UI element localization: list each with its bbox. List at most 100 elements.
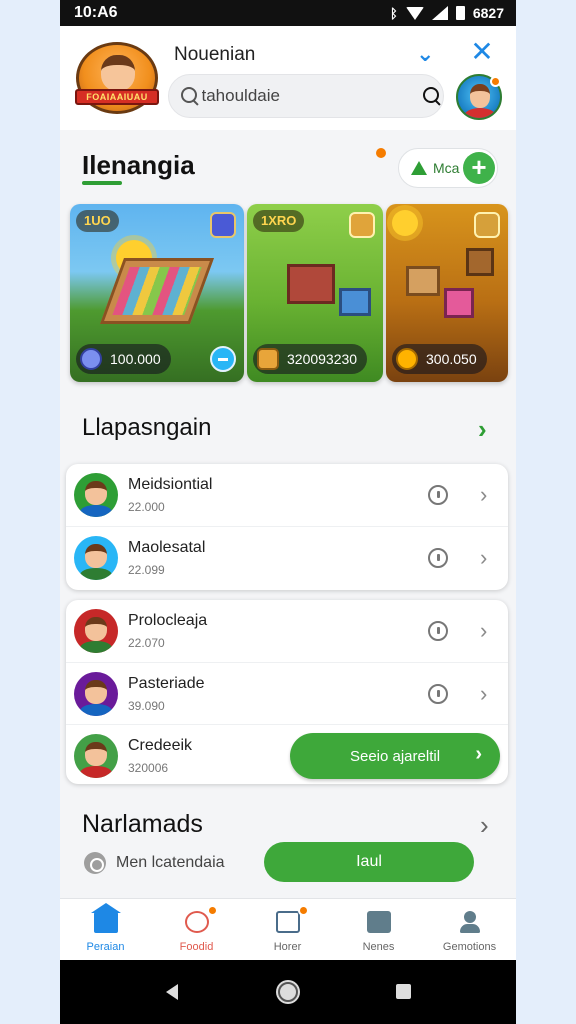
app-logo[interactable]: FOAIAAIUAU — [75, 42, 159, 114]
gift-icon — [185, 911, 209, 933]
player-avatar — [74, 672, 118, 716]
player-name: Pasteriade — [128, 675, 205, 692]
nav-label: Peraian — [86, 941, 125, 953]
bluetooth-icon: ᛒ — [390, 5, 398, 21]
bottom-nav: Peraian Foodid Horer Nenes Gemotions — [60, 898, 516, 960]
chevron-right-icon[interactable]: › — [480, 810, 489, 841]
home-button-icon[interactable] — [278, 982, 298, 1002]
avatar-face — [470, 84, 490, 108]
avatar-body — [80, 568, 112, 580]
battery-icon — [455, 6, 465, 20]
game-card[interactable]: 300.050 — [386, 204, 508, 382]
card-value-pill: 320093230 — [253, 344, 368, 374]
chest-icon — [257, 348, 279, 370]
avatar-face — [85, 617, 107, 641]
avatar-face — [85, 544, 107, 568]
nav-item-chat[interactable]: Horer — [242, 899, 333, 961]
search-input[interactable] — [189, 86, 423, 106]
game-card[interactable]: 1XRO 320093230 — [247, 204, 383, 382]
sun-icon — [392, 210, 418, 236]
list-item[interactable]: Maolesatal 22.099 › — [66, 526, 508, 588]
game-board-art — [99, 258, 215, 324]
nav-item-news[interactable]: Nenes — [333, 899, 424, 961]
player-avatar — [74, 734, 118, 778]
player-score: 39.090 — [128, 699, 165, 713]
search-submit-icon[interactable] — [422, 87, 438, 105]
logo-banner: FOAIAAIUAU — [75, 89, 159, 105]
gem-icon — [80, 348, 102, 370]
featured-cards: 1UO 100.000 1XRO 320093230 300.050 — [70, 204, 508, 382]
status-icons: ᛒ 6827 — [390, 5, 504, 21]
action-button-label: Seeio ajareltil — [349, 747, 441, 765]
player-avatar — [74, 536, 118, 580]
nav-badge — [207, 905, 218, 916]
app-title: Nouenian — [174, 44, 256, 65]
status-time: 10:A6 — [74, 4, 118, 21]
location-pin-icon[interactable] — [428, 621, 448, 641]
list-item[interactable]: Prolocleaja 22.070 › — [66, 600, 508, 662]
chevron-right-icon[interactable]: › — [480, 545, 487, 571]
crate-art — [406, 266, 440, 296]
avatar-body — [80, 641, 112, 653]
location-pin-icon[interactable] — [428, 684, 448, 704]
signal-icon — [431, 6, 448, 20]
player-avatar — [74, 473, 118, 517]
avatar-face — [85, 742, 107, 766]
logo-face-icon — [101, 55, 135, 91]
player-score: 22.099 — [128, 563, 165, 577]
section-title: Narlamads — [82, 810, 203, 838]
game-card[interactable]: 1UO 100.000 — [70, 204, 244, 382]
featured-underline — [82, 181, 122, 185]
action-button[interactable]: Seeio ajareltil › — [290, 733, 500, 779]
chevron-right-icon[interactable]: › — [480, 681, 487, 707]
shield-icon — [349, 212, 375, 238]
load-button[interactable]: Iaul — [264, 842, 474, 882]
chevron-right-icon[interactable]: › — [478, 414, 487, 445]
wifi-icon — [405, 6, 424, 20]
minus-button[interactable] — [210, 346, 236, 372]
list-item[interactable]: Meidsiontial 22.000 › — [66, 464, 508, 526]
chevron-right-icon[interactable]: › — [480, 618, 487, 644]
card-badge: 1XRO — [253, 210, 305, 232]
search-bar[interactable] — [168, 74, 444, 118]
player-score: 22.070 — [128, 636, 165, 650]
back-icon[interactable] — [166, 984, 178, 1000]
list-item[interactable]: Credeeik 320006 Seeio ajareltil › — [66, 724, 508, 786]
recents-icon[interactable] — [396, 984, 411, 999]
location-pin-icon[interactable] — [428, 548, 448, 568]
section-title: Llapasngain — [82, 414, 212, 441]
chevron-down-icon[interactable]: ⌄ — [416, 43, 436, 65]
nav-item-home[interactable]: Peraian — [60, 899, 151, 961]
location-pin-icon[interactable] — [428, 485, 448, 505]
card-value: 300.050 — [426, 351, 477, 367]
player-list-card: Prolocleaja 22.070 › Pasteriade 39.090 ›… — [66, 600, 508, 784]
nav-label: Gemotions — [442, 941, 497, 953]
close-icon[interactable]: ✕ — [470, 38, 494, 66]
nav-item-gift[interactable]: Foodid — [151, 899, 242, 961]
nav-item-profile[interactable]: Gemotions — [424, 899, 515, 961]
player-name: Meidsiontial — [128, 476, 213, 493]
card-badge: 1UO — [76, 210, 119, 232]
home-icon — [91, 903, 121, 933]
more-label: Mca — [433, 160, 460, 176]
more-button[interactable]: Mca + — [398, 148, 498, 188]
player-name: Maolesatal — [128, 539, 206, 556]
info-text: Men lcatendaia — [116, 854, 225, 871]
plus-icon[interactable]: + — [463, 152, 495, 184]
house-art — [339, 288, 371, 316]
nav-label: Foodid — [179, 941, 214, 953]
crate-art — [466, 248, 494, 276]
avatar-body — [80, 766, 112, 778]
avatar-body — [80, 505, 112, 517]
app-header: FOAIAAIUAU Nouenian ⌄ ✕ — [60, 26, 516, 130]
avatar-face — [85, 481, 107, 505]
avatar-body — [464, 108, 496, 118]
chat-icon — [276, 911, 300, 933]
card-value-pill: 300.050 — [392, 344, 487, 374]
clock-icon — [84, 852, 106, 874]
list-item[interactable]: Pasteriade 39.090 › — [66, 662, 508, 724]
chevron-right-icon[interactable]: › — [480, 482, 487, 508]
system-nav-bar — [60, 960, 516, 1024]
lightning-icon — [474, 212, 500, 238]
card-value: 320093230 — [287, 351, 358, 367]
